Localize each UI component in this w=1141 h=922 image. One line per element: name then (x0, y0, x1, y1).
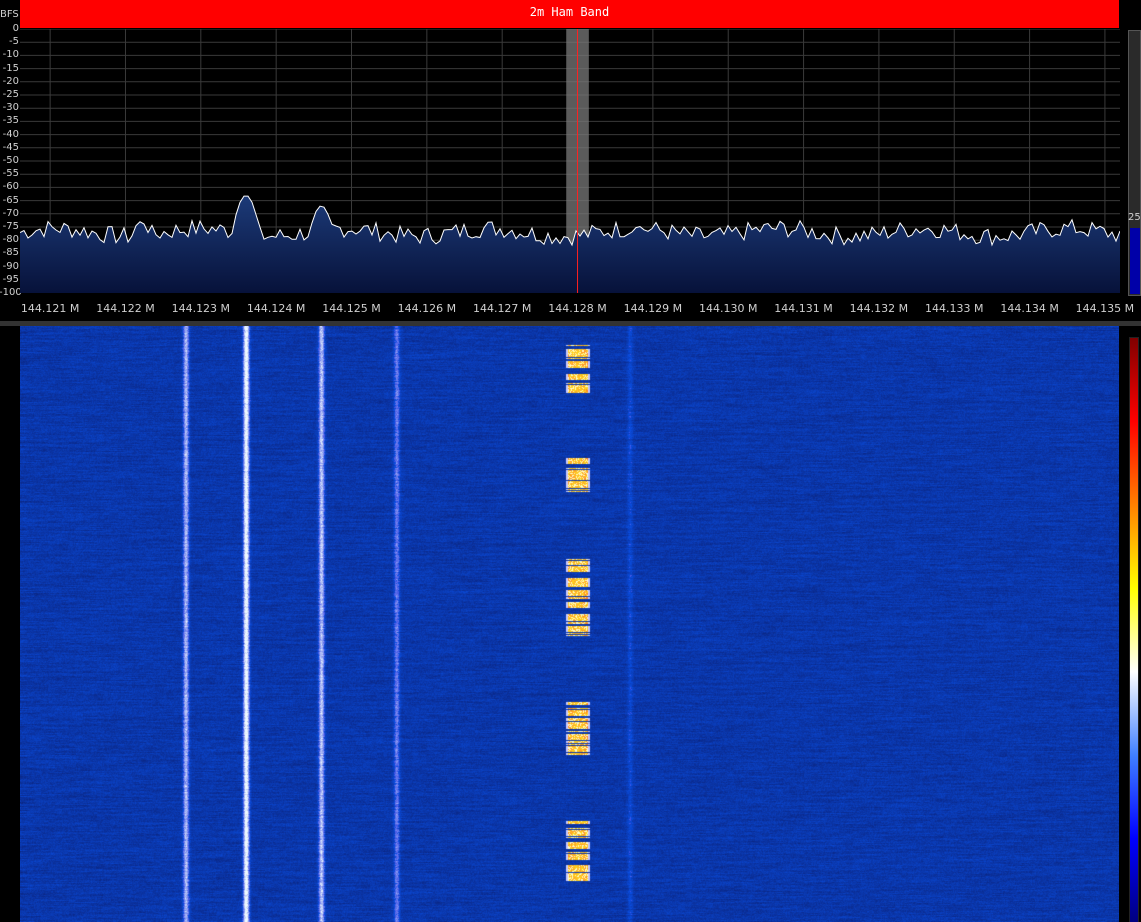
frequency-tick-label: 144.122 M (96, 302, 155, 315)
level-value: 25 (1128, 212, 1141, 223)
db-tick-label: -15 (2, 62, 19, 74)
unit-label: BFS (0, 9, 19, 20)
db-tick-label: -55 (2, 168, 19, 180)
frequency-tick-label: 144.124 M (246, 302, 306, 315)
db-tick-label: -20 (2, 75, 19, 87)
frequency-tick-label: 144.134 M (1000, 302, 1059, 315)
db-tick-label: -5 (9, 36, 19, 48)
frequency-tick-label: 144.123 M (171, 302, 231, 315)
colorbar (1130, 338, 1138, 922)
spectrum-svg (20, 29, 1120, 293)
db-tick-label: -90 (2, 260, 19, 272)
frequency-tick-label: 144.135 M (1075, 302, 1135, 315)
frequency-tick-label: 144.126 M (397, 302, 457, 315)
frequency-tick-label: 144.127 M (472, 302, 532, 315)
db-tick-label: -45 (2, 141, 19, 153)
waterfall-display[interactable] (20, 326, 1119, 922)
db-tick-label: -60 (2, 181, 19, 193)
frequency-tick-label: 144.133 M (924, 302, 984, 315)
spectrum-plot[interactable] (20, 29, 1120, 293)
band-title-bar[interactable]: 2m Ham Band (20, 0, 1119, 28)
db-tick-label: -85 (2, 247, 19, 259)
frequency-tick-label: 144.132 M (849, 302, 909, 315)
db-tick-label: -100 (0, 287, 22, 298)
frequency-tick-label: 144.129 M (623, 302, 683, 315)
db-axis: 0 -5 -10 -15 -20 -25 -30 -35 -40 -45 -50 -55 -60 -65-… (0, 22, 22, 302)
db-tick-label: 0 (12, 23, 19, 34)
frequency-axis: 144.121 M 144.122 M 144.123 M 144.124 M 144.… (20, 293, 1134, 321)
frequency-tick-label: 144.131 M (774, 302, 833, 315)
level-indicator (1130, 228, 1140, 294)
db-tick-label: -35 (2, 115, 19, 127)
db-tick-label: -80 (2, 234, 19, 246)
db-tick-label: -65 (2, 194, 19, 206)
band-title: 2m Ham Band (529, 5, 610, 19)
db-tick-label: -40 (2, 128, 19, 140)
db-tick-label: -50 (2, 155, 19, 166)
db-tick-label: -25 (2, 89, 19, 100)
frequency-tick-label: 144.128 M (548, 302, 607, 315)
waterfall-canvas (20, 326, 1119, 922)
frequency-tick-label: 144.125 M (322, 302, 381, 315)
frequency-tick-label: 144.121 M (20, 302, 80, 315)
db-tick-label: -10 (2, 49, 19, 61)
db-tick-label: -75 (2, 221, 19, 232)
db-tick-label: -30 (2, 102, 19, 114)
db-tick-label: -70 (2, 207, 19, 219)
db-tick-label: -95 (2, 273, 19, 285)
frequency-tick-label: 144.130 M (698, 302, 758, 315)
